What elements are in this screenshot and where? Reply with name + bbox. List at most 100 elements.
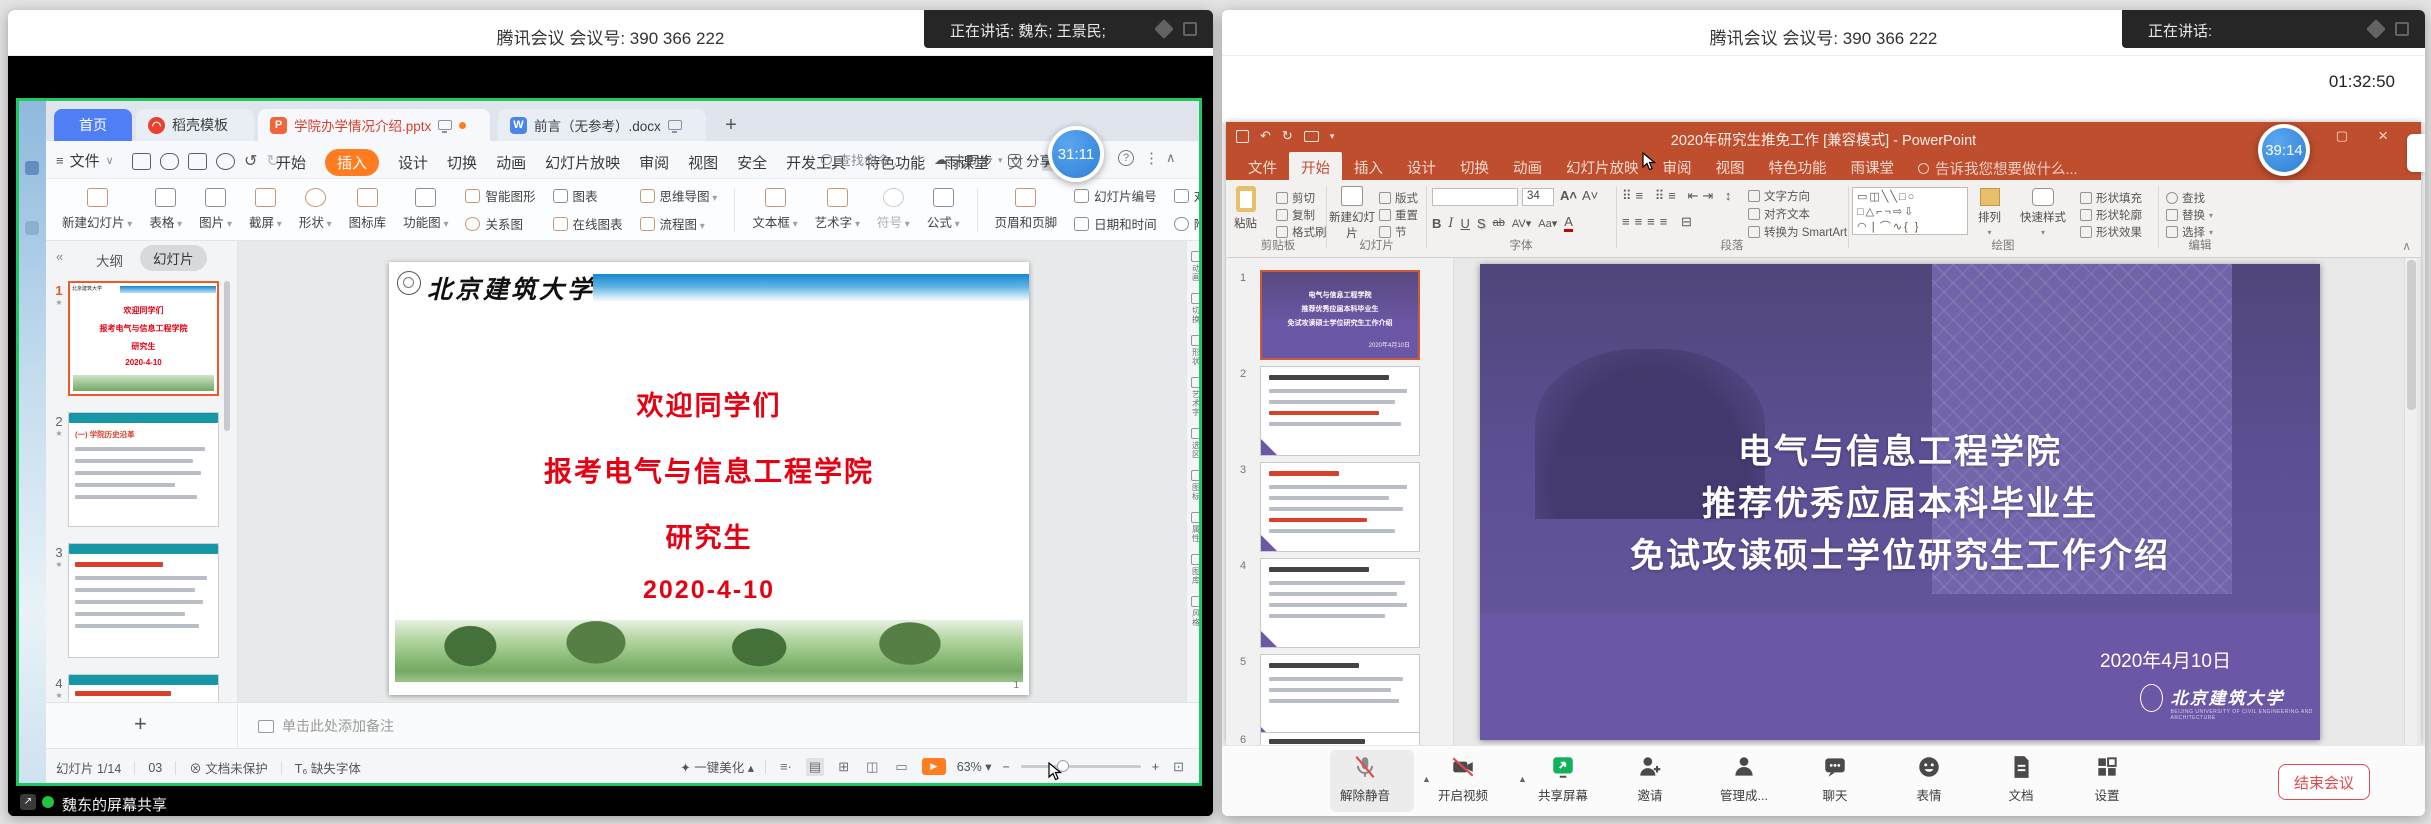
- thumbnail-scrollbar[interactable]: [224, 281, 230, 431]
- reset-button[interactable]: 重置: [1379, 207, 1418, 223]
- zoom-slider[interactable]: [1021, 765, 1141, 768]
- normal-view-icon[interactable]: ▤: [806, 758, 824, 776]
- wps-docx-document-tab[interactable]: W 前言（无参考）.docx: [498, 109, 706, 141]
- manage-members-button[interactable]: 管理成...: [1720, 754, 1768, 804]
- print-icon[interactable]: [188, 153, 207, 170]
- tab-insert[interactable]: 插入: [1342, 152, 1395, 180]
- table-button[interactable]: 表格: [149, 188, 182, 231]
- missing-font-status[interactable]: T₆ 缺失字体: [295, 758, 361, 777]
- wordart-button[interactable]: 艺术字: [815, 188, 860, 231]
- ppt-thumbnail-4[interactable]: [1260, 558, 1420, 648]
- wps-template-tab[interactable]: ◠ 稻壳模板: [136, 109, 254, 141]
- shape-gallery[interactable]: ▭◫╲╲□○□△⌐¬⇨⇩◠❘⌒∿{ }: [1852, 187, 1968, 235]
- paste-button[interactable]: 粘贴: [1234, 186, 1257, 231]
- chat-button[interactable]: 聊天: [1822, 754, 1848, 804]
- ppt-thumbnail-6[interactable]: [1260, 732, 1420, 745]
- symbol-button[interactable]: 符号: [877, 188, 910, 231]
- ppt-thumbnail-2[interactable]: [1260, 366, 1420, 456]
- expand-icon[interactable]: [2395, 22, 2409, 36]
- shapes-button[interactable]: 形状: [299, 188, 332, 231]
- notes-toggle-icon[interactable]: ≡·: [777, 758, 795, 775]
- menu-item-review[interactable]: 审阅: [639, 152, 669, 173]
- mic-options-caret[interactable]: ▲: [1422, 774, 1431, 784]
- ppt-thumbnail-3[interactable]: [1260, 462, 1420, 552]
- menu-item-home[interactable]: 开始: [276, 152, 306, 173]
- ppt-current-slide[interactable]: 电气与信息工程学院 推荐优秀应届本科毕业生 免试攻读硕士学位研究生工作介绍 20…: [1480, 264, 2320, 740]
- slide-number-button[interactable]: 幻灯片编号: [1074, 186, 1157, 205]
- menu-item-insert-active[interactable]: 插入: [325, 149, 379, 176]
- expand-icon[interactable]: [1183, 22, 1197, 36]
- tell-me-box[interactable]: 告诉我您想要做什么...: [1906, 152, 2090, 180]
- more-menu-icon[interactable]: ⋮: [1144, 149, 1159, 167]
- reading-view-icon[interactable]: ◫: [863, 758, 881, 776]
- font-size-box[interactable]: 34: [1522, 188, 1554, 206]
- date-time-button[interactable]: 日期和时间: [1074, 214, 1157, 233]
- slides-tab-active[interactable]: 幻灯片: [140, 245, 207, 271]
- rail-selection[interactable]: 选区: [1191, 428, 1200, 459]
- tab-transitions[interactable]: 切换: [1448, 152, 1501, 180]
- rail-transition[interactable]: 切换: [1191, 293, 1200, 324]
- tab-features[interactable]: 特色功能: [1757, 152, 1839, 180]
- side-panel-notch[interactable]: [2407, 134, 2425, 172]
- textbox-button[interactable]: 文本框: [752, 188, 797, 231]
- menu-item-animation[interactable]: 动画: [496, 152, 526, 173]
- volume-icon[interactable]: [2366, 19, 2386, 39]
- font-name-box[interactable]: [1432, 188, 1518, 206]
- menu-item-view[interactable]: 视图: [688, 152, 718, 173]
- arrange-button[interactable]: 排列▾: [1978, 188, 2001, 237]
- rail-gallery[interactable]: 图库: [1191, 554, 1200, 585]
- flowchart-button[interactable]: 流程图: [640, 214, 718, 233]
- zoom-out-button[interactable]: −: [1002, 760, 1009, 774]
- menu-item-design[interactable]: 设计: [398, 152, 428, 173]
- undo-icon[interactable]: ↺: [244, 151, 257, 171]
- wps-home-tab[interactable]: 首页: [54, 109, 132, 141]
- collapse-ribbon-icon[interactable]: ∧: [2402, 239, 2411, 253]
- share-screen-button[interactable]: 共享屏幕: [1538, 754, 1588, 804]
- online-chart-button[interactable]: 在线图表: [553, 214, 623, 233]
- list-buttons[interactable]: ⠿≡ ⠿≡ ⇤⇥ ↕: [1622, 188, 1735, 204]
- zoom-percentage[interactable]: 63% ▾: [957, 759, 992, 774]
- command-search[interactable]: 查找命令...: [821, 150, 901, 169]
- beautify-button[interactable]: ✦ 一键美化 ▴: [680, 757, 754, 776]
- volume-icon[interactable]: [1154, 19, 1174, 39]
- italic-button[interactable]: I: [1448, 216, 1453, 231]
- new-slide-button[interactable]: 新建幻灯片: [62, 188, 132, 231]
- meeting-timer-badge[interactable]: 31:11: [1048, 126, 1104, 182]
- shadow-button[interactable]: S: [1477, 216, 1486, 231]
- ppt-thumbnail-5[interactable]: [1260, 654, 1420, 744]
- document-protection-status[interactable]: ⊗ 文档未保护: [189, 758, 268, 777]
- picture-button[interactable]: 图片: [199, 188, 232, 231]
- object-button[interactable]: 对象: [1174, 186, 1199, 205]
- tab-design[interactable]: 设计: [1395, 152, 1448, 180]
- shape-outline-button[interactable]: 形状轮廓: [2080, 207, 2142, 223]
- align-text-button[interactable]: 对齐文本: [1748, 206, 1810, 222]
- tab-home-active[interactable]: 开始: [1289, 152, 1342, 180]
- tab-rain-classroom[interactable]: 雨课堂: [1839, 152, 1907, 180]
- tab-review[interactable]: 审阅: [1651, 152, 1704, 180]
- menu-item-slideshow[interactable]: 幻灯片放映: [545, 152, 620, 173]
- slide-thumbnail-1-selected[interactable]: 北京建筑大学 欢迎同学们 报考电气与信息工程学院 研究生 2020-4-10: [68, 281, 219, 396]
- replace-button[interactable]: 替换 ▾: [2166, 207, 2213, 223]
- play-slideshow-button[interactable]: ▶: [922, 758, 946, 775]
- bold-button[interactable]: B: [1432, 216, 1441, 231]
- docs-button[interactable]: 文档: [2008, 754, 2034, 804]
- alignment-buttons[interactable]: ≡≡≡≡ ⊟: [1622, 214, 1697, 230]
- wps-pptx-document-tab[interactable]: P 学院办学情况介绍.pptx: [258, 109, 490, 141]
- tab-file[interactable]: 文件: [1236, 152, 1289, 180]
- zoom-in-button[interactable]: +: [1152, 760, 1159, 774]
- change-case-button[interactable]: Aa▾: [1538, 217, 1557, 230]
- ppt-thumbnail-1-selected[interactable]: 电气与信息工程学院 推荐优秀应届本科毕业生 免试攻读硕士学位研究生工作介绍 20…: [1260, 270, 1420, 360]
- settings-button[interactable]: 设置: [2094, 754, 2120, 804]
- rail-animation[interactable]: 动画: [1191, 251, 1200, 282]
- meeting-timer-badge[interactable]: 39:14: [2258, 124, 2310, 176]
- quick-styles-button[interactable]: 快速样式▾: [2020, 188, 2066, 237]
- collapse-ribbon-icon[interactable]: ∧: [1166, 150, 1176, 166]
- desktop-icon[interactable]: [25, 221, 39, 235]
- help-icon[interactable]: ?: [1118, 150, 1134, 166]
- mindmap-button[interactable]: 思维导图: [640, 186, 718, 205]
- cut-button[interactable]: 剪切: [1276, 190, 1315, 206]
- current-slide[interactable]: 北京建筑大学 欢迎同学们 报考电气与信息工程学院 研究生 2020-4-10 1: [389, 262, 1029, 695]
- maximize-icon[interactable]: ▢: [2336, 128, 2348, 144]
- scrollbar-thumb[interactable]: [2407, 260, 2416, 410]
- close-icon[interactable]: ×: [2378, 126, 2388, 146]
